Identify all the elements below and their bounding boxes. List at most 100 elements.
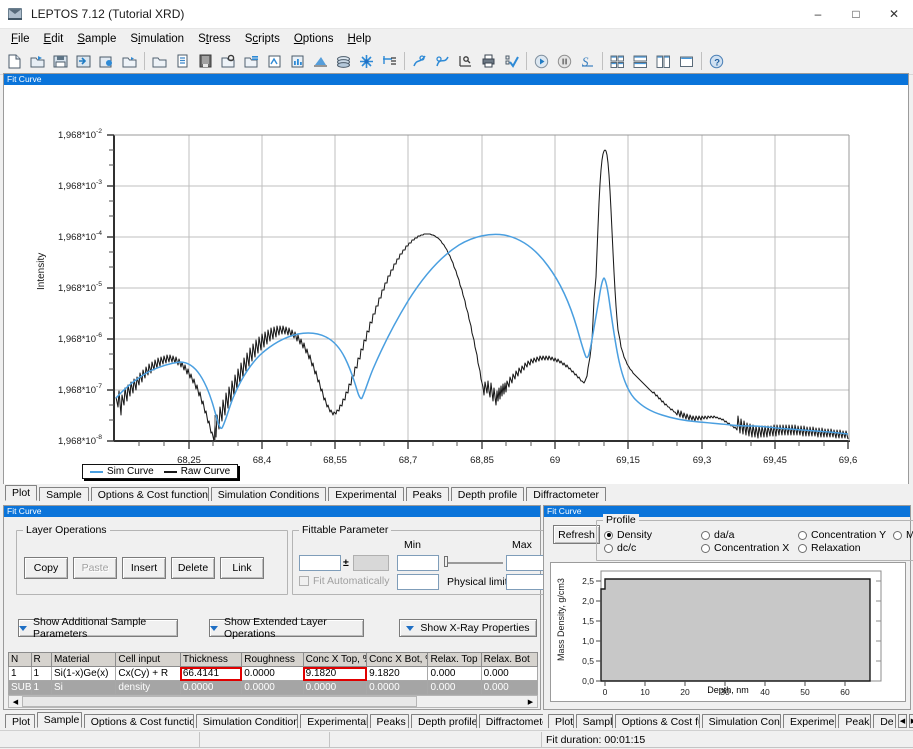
cell-relax-top[interactable]: 0.000 (428, 667, 481, 681)
open-icon[interactable] (26, 50, 48, 72)
checklist-icon[interactable] (500, 50, 522, 72)
new-sample-icon[interactable] (148, 50, 170, 72)
single-window-icon[interactable] (675, 50, 697, 72)
menu-help[interactable]: Help (340, 31, 378, 47)
tab-experimental[interactable]: Experimental (328, 487, 403, 501)
cell-material[interactable]: Si (51, 681, 115, 695)
col-roughness[interactable]: Roughness (242, 653, 303, 667)
print-icon[interactable] (477, 50, 499, 72)
tab-scroll-left-icon[interactable]: ◀ (898, 714, 907, 728)
cell-roughness[interactable]: 0.0000 (242, 681, 303, 695)
tab-experimental-bottom[interactable]: Experimental (300, 714, 367, 728)
measure-icon[interactable] (454, 50, 476, 72)
col-conc-x-top[interactable]: Conc X Top, % (303, 653, 366, 667)
tile-horizontal-icon[interactable] (629, 50, 651, 72)
cell-material[interactable]: Si(1-x)Ge(x) (51, 667, 115, 681)
table-row[interactable]: SUB 1 Si density 0.0000 0.0000 0.0000 0.… (9, 681, 538, 695)
col-cell-input[interactable]: Cell input (116, 653, 180, 667)
radio-concentration-x-icon[interactable] (701, 544, 710, 553)
sample-document-icon[interactable] (171, 50, 193, 72)
cell-n[interactable]: 1 (9, 667, 32, 681)
col-conc-x-bot[interactable]: Conc X Bot, % (367, 653, 428, 667)
cell-r[interactable]: 1 (31, 667, 51, 681)
refresh-button[interactable]: Refresh (553, 525, 600, 544)
cell-n[interactable]: SUB (9, 681, 32, 695)
delete-button[interactable]: Delete (171, 557, 215, 579)
tab-simulation-conditions-bottom[interactable]: Simulation Conditions (196, 714, 298, 728)
cell-relax-top[interactable]: 0.000 (428, 681, 481, 695)
tab-experimental-right[interactable]: Experimental (783, 714, 836, 728)
minimize-button[interactable]: – (799, 0, 837, 28)
menu-edit[interactable]: Edit (37, 31, 71, 47)
radio-concentration-y[interactable]: Concentration Y (798, 529, 886, 541)
tab-peaks[interactable]: Peaks (406, 487, 449, 501)
cell-r[interactable]: 1 (31, 681, 51, 695)
scroll-right-arrow-icon[interactable]: ▶ (524, 696, 537, 707)
tab-plot[interactable]: Plot (5, 485, 37, 501)
menu-sample[interactable]: Sample (70, 31, 123, 47)
radio-relaxation-icon[interactable] (798, 544, 807, 553)
cell-relax-bot[interactable]: 0.000 (481, 667, 537, 681)
cell-roughness[interactable]: 0.0000 (242, 667, 303, 681)
tab-options-cost-function-bottom[interactable]: Options & Cost function (84, 714, 194, 728)
radio-concentration-x[interactable]: Concentration X (701, 542, 789, 554)
tab-options-cost-function-right[interactable]: Options & Cost function (615, 714, 700, 728)
plot-data-icon[interactable] (286, 50, 308, 72)
fit-curve-alt-icon[interactable] (431, 50, 453, 72)
folder-layers-icon[interactable] (240, 50, 262, 72)
radio-relaxation[interactable]: Relaxation (798, 542, 861, 554)
radio-m[interactable]: M (893, 529, 913, 541)
parameter-step-input[interactable] (397, 574, 439, 590)
reflectivity-icon[interactable] (309, 50, 331, 72)
col-relax-top[interactable]: Relax. Top (428, 653, 481, 667)
tile-four-icon[interactable] (606, 50, 628, 72)
cell-relax-bot[interactable]: 0.000 (481, 681, 537, 695)
show-extended-layer-operations-button[interactable]: Show Extended Layer Operations (209, 619, 364, 637)
menu-options[interactable]: Options (287, 31, 341, 47)
tab-simulation-conditions[interactable]: Simulation Conditions (211, 487, 327, 501)
help-icon[interactable]: ? (705, 50, 727, 72)
radio-da-a-icon[interactable] (701, 531, 710, 540)
insert-button[interactable]: Insert (122, 557, 166, 579)
tab-depth-profile-right[interactable]: De (873, 714, 896, 728)
parameter-slider-track[interactable] (445, 562, 503, 564)
layers-stack-icon[interactable] (332, 50, 354, 72)
col-r[interactable]: R (31, 653, 51, 667)
cell-cell-input[interactable]: Cx(Cy) + R (116, 667, 180, 681)
new-icon[interactable] (3, 50, 25, 72)
parameter-max-input[interactable] (506, 555, 548, 571)
tab-depth-profile[interactable]: Depth profile (451, 487, 525, 501)
tab-sample-right[interactable]: Sample (576, 714, 613, 728)
parameter-value-input[interactable] (299, 555, 341, 571)
play-icon[interactable] (530, 50, 552, 72)
col-n[interactable]: N (9, 653, 32, 667)
tab-scroll-right-icon[interactable]: ▶ (909, 714, 913, 728)
fit-settings-icon[interactable] (378, 50, 400, 72)
open-folder-icon[interactable] (118, 50, 140, 72)
tab-sample-bottom[interactable]: Sample (37, 712, 82, 728)
col-thickness[interactable]: Thickness (180, 653, 241, 667)
scroll-left-arrow-icon[interactable]: ◀ (9, 696, 22, 707)
tab-diffractometer[interactable]: Diffractometer (526, 487, 606, 501)
col-material[interactable]: Material (51, 653, 115, 667)
tab-sample[interactable]: Sample (39, 487, 89, 501)
show-additional-sample-parameters-button[interactable]: Show Additional Sample Parameters (18, 619, 178, 637)
tile-vertical-icon[interactable] (652, 50, 674, 72)
folder-settings-icon[interactable] (217, 50, 239, 72)
cell-conc-x-bot[interactable]: 9.1820 (367, 667, 428, 681)
tab-options-cost-function[interactable]: Options & Cost function (91, 487, 209, 501)
table-horizontal-scrollbar[interactable]: ◀ ▶ (8, 695, 538, 708)
tab-plot-bottom[interactable]: Plot (5, 714, 35, 728)
tab-simulation-conditions-right[interactable]: Simulation Conditions (702, 714, 781, 728)
radio-density-icon[interactable] (604, 531, 613, 540)
radio-dc-c[interactable]: dc/c (604, 542, 636, 554)
table-row[interactable]: 1 1 Si(1-x)Ge(x) Cx(Cy) + R 66.4141 0.00… (9, 667, 538, 681)
diffraction-icon[interactable] (263, 50, 285, 72)
physical-limits-input[interactable] (506, 574, 548, 590)
parameter-min-input[interactable] (397, 555, 439, 571)
cell-conc-x-bot[interactable]: 0.0000 (367, 681, 428, 695)
radio-dc-c-icon[interactable] (604, 544, 613, 553)
menu-file[interactable]: File (4, 31, 37, 47)
radio-m-icon[interactable] (893, 531, 902, 540)
cell-thickness[interactable]: 0.0000 (180, 681, 241, 695)
